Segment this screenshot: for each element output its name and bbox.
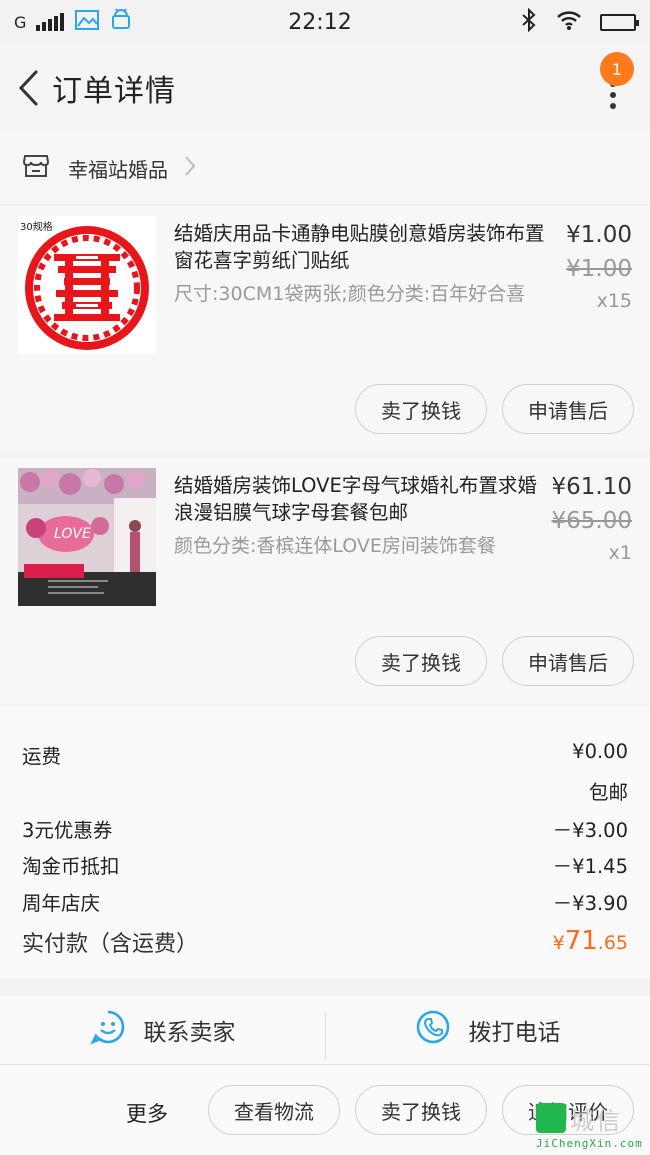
product-price: ¥61.10 (551, 474, 632, 500)
wifi-icon (556, 9, 582, 36)
shipping-value: ¥0.00 (572, 740, 628, 763)
status-bar: G 22:12 (0, 0, 650, 44)
signal-icon (36, 13, 65, 31)
discount-label: 淘金币抵扣 (22, 855, 120, 878)
product-price: ¥1.00 (566, 222, 632, 248)
call-phone-button[interactable]: 拨打电话 (325, 996, 650, 1064)
watermark-text: 城信 (570, 1107, 622, 1135)
notification-badge: 1 (600, 52, 634, 86)
order-summary: 运费 ¥0.00 包邮 3元优惠券 －¥3.00 淘金币抵扣 －¥1.45 周年… (0, 706, 650, 978)
discount-label: 3元优惠券 (22, 819, 113, 842)
bottom-action-bar: 更多 查看物流 卖了换钱 追加评价 城信 JiChengXin.com (0, 1064, 650, 1155)
discount-label: 周年店庆 (22, 892, 101, 915)
shipping-row: 运费 ¥0.00 (22, 740, 628, 769)
product-thumbnail[interactable]: 30规格 (18, 216, 156, 354)
product-original-price: ¥65.00 (551, 508, 632, 534)
product-thumbnail[interactable]: LOVE (18, 468, 156, 606)
sell-for-cash-button[interactable]: 卖了换钱 (355, 384, 487, 434)
balloon-decoration-image: LOVE (18, 468, 156, 606)
view-logistics-button[interactable]: 查看物流 (208, 1085, 340, 1135)
watermark-url: JiChengXin.com (536, 1137, 643, 1150)
total-row: 实付款（含运费） ¥71.65 (22, 926, 628, 958)
total-label: 实付款（含运费） (22, 932, 199, 957)
product-spec: 尺寸:30CM1袋两张;颜色分类:百年好合喜 (174, 283, 526, 305)
nav-bar: 订单详情 1 (0, 44, 650, 132)
total-currency: ¥ (552, 932, 565, 954)
coin-deduction-row: 淘金币抵扣 －¥1.45 (22, 850, 628, 879)
status-time: 22:12 (288, 9, 352, 35)
more-button[interactable]: 更多 (126, 1098, 168, 1128)
double-happiness-papercut-image (25, 226, 149, 350)
chat-smile-icon (89, 1009, 126, 1051)
phone-icon (415, 1009, 451, 1051)
discount-value: －¥1.45 (552, 855, 628, 878)
product-original-price: ¥1.00 (566, 256, 632, 282)
order-item[interactable]: LOVE 结婚婚房装饰LOVE字母气球婚礼布置求婚浪漫铝膜气球字母套餐包邮 颜色… (0, 458, 650, 704)
thumb-spec-label: 30规格 (20, 222, 53, 233)
chevron-right-icon (184, 155, 196, 181)
coupon-row: 3元优惠券 －¥3.00 (22, 814, 628, 843)
carrier-label: G (14, 12, 27, 32)
svg-text:LOVE: LOVE (54, 526, 91, 542)
total-value: ¥71.65 (553, 926, 628, 956)
divider (325, 1012, 326, 1060)
free-shipping-note: 包邮 (588, 781, 628, 804)
order-item[interactable]: 30规格 结婚庆用品卡通静电贴膜创意婚房装饰布置窗花喜字剪纸门贴纸 尺寸:30C… (0, 206, 650, 452)
battery-icon (600, 13, 639, 31)
discount-value: －¥3.00 (552, 819, 628, 842)
contact-bar: 联系卖家 拨打电话 (0, 996, 650, 1064)
call-phone-label: 拨打电话 (468, 1020, 561, 1046)
product-quantity: x1 (608, 542, 632, 564)
page-title: 订单详情 (52, 74, 176, 109)
shop-name: 幸福站婚品 (68, 157, 168, 182)
bluetooth-icon (520, 7, 538, 37)
product-title[interactable]: 结婚婚房装饰LOVE字母气球婚礼布置求婚浪漫铝膜气球字母套餐包邮 (174, 472, 546, 526)
android-icon (110, 7, 132, 37)
product-quantity: x15 (596, 290, 632, 312)
after-sale-button[interactable]: 申请售后 (502, 636, 634, 686)
site-watermark: 城信 JiChengXin.com (530, 1097, 646, 1153)
anniversary-row: 周年店庆 －¥3.90 (22, 887, 628, 916)
status-right (436, 7, 639, 37)
total-decimal: .65 (597, 932, 628, 954)
image-notification-icon (74, 8, 100, 37)
product-spec: 颜色分类:香槟连体LOVE房间装饰套餐 (174, 535, 496, 557)
shipping-label: 运费 (22, 745, 62, 768)
shop-row[interactable]: 幸福站婚品 (0, 132, 650, 204)
store-icon (22, 153, 50, 183)
contact-seller-button[interactable]: 联系卖家 (0, 996, 325, 1064)
contact-seller-label: 联系卖家 (143, 1020, 236, 1046)
after-sale-button[interactable]: 申请售后 (502, 384, 634, 434)
product-title[interactable]: 结婚庆用品卡通静电贴膜创意婚房装饰布置窗花喜字剪纸门贴纸 (174, 220, 546, 274)
sell-for-cash-button[interactable]: 卖了换钱 (355, 1085, 487, 1135)
discount-value: －¥3.90 (552, 892, 628, 915)
back-arrow-icon[interactable] (8, 63, 48, 113)
sell-for-cash-button[interactable]: 卖了换钱 (355, 636, 487, 686)
total-integer: 71 (564, 926, 598, 956)
status-left: G (14, 7, 234, 37)
watermark-logo (536, 1103, 566, 1133)
